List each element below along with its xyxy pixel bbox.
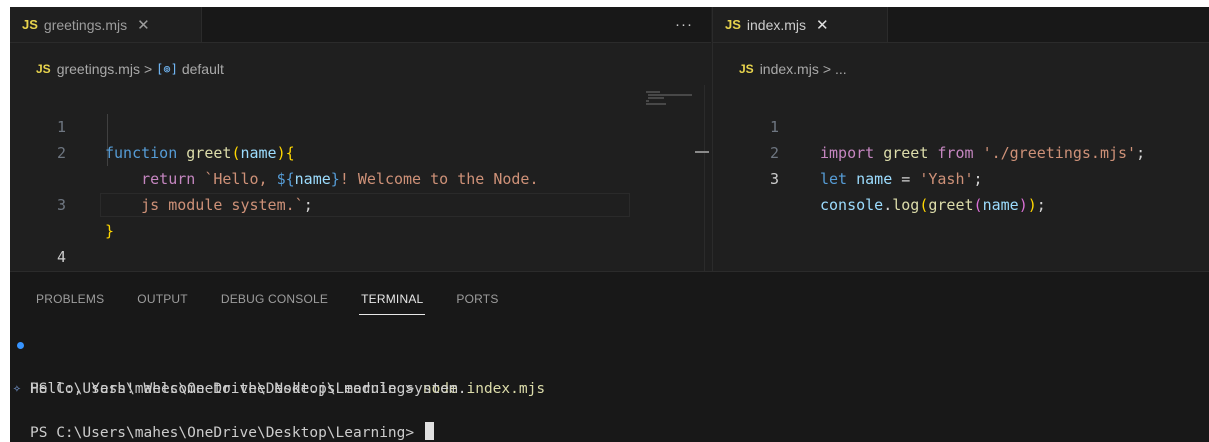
terminal-line: ✧ PS C:\Users\mahes\OneDrive\Desktop\Lea… bbox=[10, 378, 434, 441]
chevron-right-icon: > bbox=[822, 61, 832, 77]
code-line: 1 import greet from './greetings.mjs'; bbox=[713, 88, 1145, 162]
tab-bar-left: JS greetings.mjs ✕ ··· bbox=[10, 7, 711, 43]
close-icon[interactable]: ✕ bbox=[816, 16, 829, 34]
breadcrumb: JS index.mjs > ... bbox=[739, 59, 847, 79]
overview-ruler-cursor bbox=[695, 151, 709, 153]
breadcrumb-symbol[interactable]: default bbox=[182, 61, 224, 77]
js-file-icon: JS bbox=[22, 17, 38, 32]
terminal-line: PS C:\Users\mahes\OneDrive\Desktop\Learn… bbox=[10, 334, 545, 397]
minimap-line bbox=[646, 100, 649, 102]
minimap-line bbox=[646, 91, 660, 93]
tab-terminal[interactable]: TERMINAL bbox=[359, 292, 426, 315]
panel-tabs: PROBLEMS OUTPUT DEBUG CONSOLE TERMINAL P… bbox=[36, 292, 532, 315]
tab-output[interactable]: OUTPUT bbox=[137, 292, 188, 306]
more-actions-icon[interactable]: ··· bbox=[675, 16, 693, 33]
tab-greetings-mjs[interactable]: JS greetings.mjs ✕ bbox=[10, 7, 202, 42]
tab-label: index.mjs bbox=[746, 16, 807, 33]
line-text: import greet from './greetings.mjs'; bbox=[820, 144, 1146, 162]
vscode-window: JS greetings.mjs ✕ ··· JS greetings.mjs … bbox=[10, 7, 1209, 442]
terminal[interactable]: PS C:\Users\mahes\OneDrive\Desktop\Learn… bbox=[10, 334, 545, 441]
line-text: return `Hello, ${name}! Welcome to the N… bbox=[141, 170, 539, 188]
editor-group-left: JS greetings.mjs ✕ ··· JS greetings.mjs … bbox=[10, 7, 711, 292]
terminal-prompt: PS C:\Users\mahes\OneDrive\Desktop\Learn… bbox=[30, 425, 423, 441]
breadcrumb-file[interactable]: index.mjs bbox=[760, 61, 819, 77]
current-line-highlight bbox=[100, 193, 630, 217]
code-line: 3 } bbox=[10, 166, 114, 240]
terminal-cursor bbox=[424, 422, 434, 440]
line-number: 4 bbox=[56, 248, 66, 266]
code-editor-left[interactable]: 1 function greet(name){ 2 return `Hello,… bbox=[10, 88, 630, 292]
line-text: let name = 'Yash'; bbox=[820, 170, 983, 188]
code-line-current: 3 console.log(greet(name)); bbox=[713, 140, 1046, 214]
bottom-panel: PROBLEMS OUTPUT DEBUG CONSOLE TERMINAL P… bbox=[10, 271, 1209, 442]
scrollbar-track[interactable] bbox=[704, 85, 705, 271]
line-text: function greet(name){ bbox=[105, 144, 295, 162]
tab-index-mjs[interactable]: JS index.mjs ✕ bbox=[713, 7, 888, 42]
js-file-icon: JS bbox=[725, 17, 741, 32]
chevron-right-icon: > bbox=[143, 61, 153, 77]
tab-ports[interactable]: PORTS bbox=[456, 292, 498, 306]
minimap[interactable] bbox=[638, 85, 698, 275]
minimap-line bbox=[646, 103, 666, 105]
breadcrumb-file[interactable]: greetings.mjs bbox=[57, 61, 140, 77]
code-editor-right[interactable]: 1 import greet from './greetings.mjs'; 2… bbox=[713, 88, 1145, 214]
tab-bar-right: JS index.mjs ✕ bbox=[713, 7, 1209, 43]
editor-group-right: JS index.mjs ✕ JS index.mjs > ... 1 impo… bbox=[712, 7, 1209, 271]
symbol-variable-icon: [⊚] bbox=[156, 62, 178, 76]
js-file-icon: JS bbox=[739, 62, 754, 76]
tab-label: greetings.mjs bbox=[43, 16, 128, 33]
breadcrumb-more[interactable]: ... bbox=[835, 61, 847, 77]
terminal-line: Hello, Yash! Welcome to the Node.js modu… bbox=[10, 356, 467, 397]
code-line: 2 let name = 'Yash'; bbox=[713, 114, 983, 188]
circle-dot-icon[interactable] bbox=[17, 342, 24, 349]
line-text: console.log(greet(name)); bbox=[820, 196, 1046, 214]
code-line: 1 function greet(name){ bbox=[10, 88, 295, 162]
tab-problems[interactable]: PROBLEMS bbox=[36, 292, 104, 306]
line-number: 3 bbox=[769, 170, 779, 188]
code-line-current: 4 export default greet; bbox=[10, 192, 630, 292]
code-line: 2 return `Hello, ${name}! Welcome to the… bbox=[10, 114, 539, 188]
minimap-line bbox=[648, 97, 664, 99]
minimap-line bbox=[648, 94, 692, 96]
sparkle-icon[interactable]: ✧ bbox=[13, 378, 21, 400]
js-file-icon: JS bbox=[36, 62, 51, 76]
tab-debug-console[interactable]: DEBUG CONSOLE bbox=[221, 292, 328, 306]
terminal-output: Hello, Yash! Welcome to the Node.js modu… bbox=[30, 381, 467, 397]
line-text: } bbox=[105, 222, 115, 240]
code-line-wrapped: js module system.`; bbox=[10, 140, 313, 214]
breadcrumb: JS greetings.mjs > [⊚] default bbox=[36, 59, 224, 79]
close-icon[interactable]: ✕ bbox=[137, 16, 150, 34]
